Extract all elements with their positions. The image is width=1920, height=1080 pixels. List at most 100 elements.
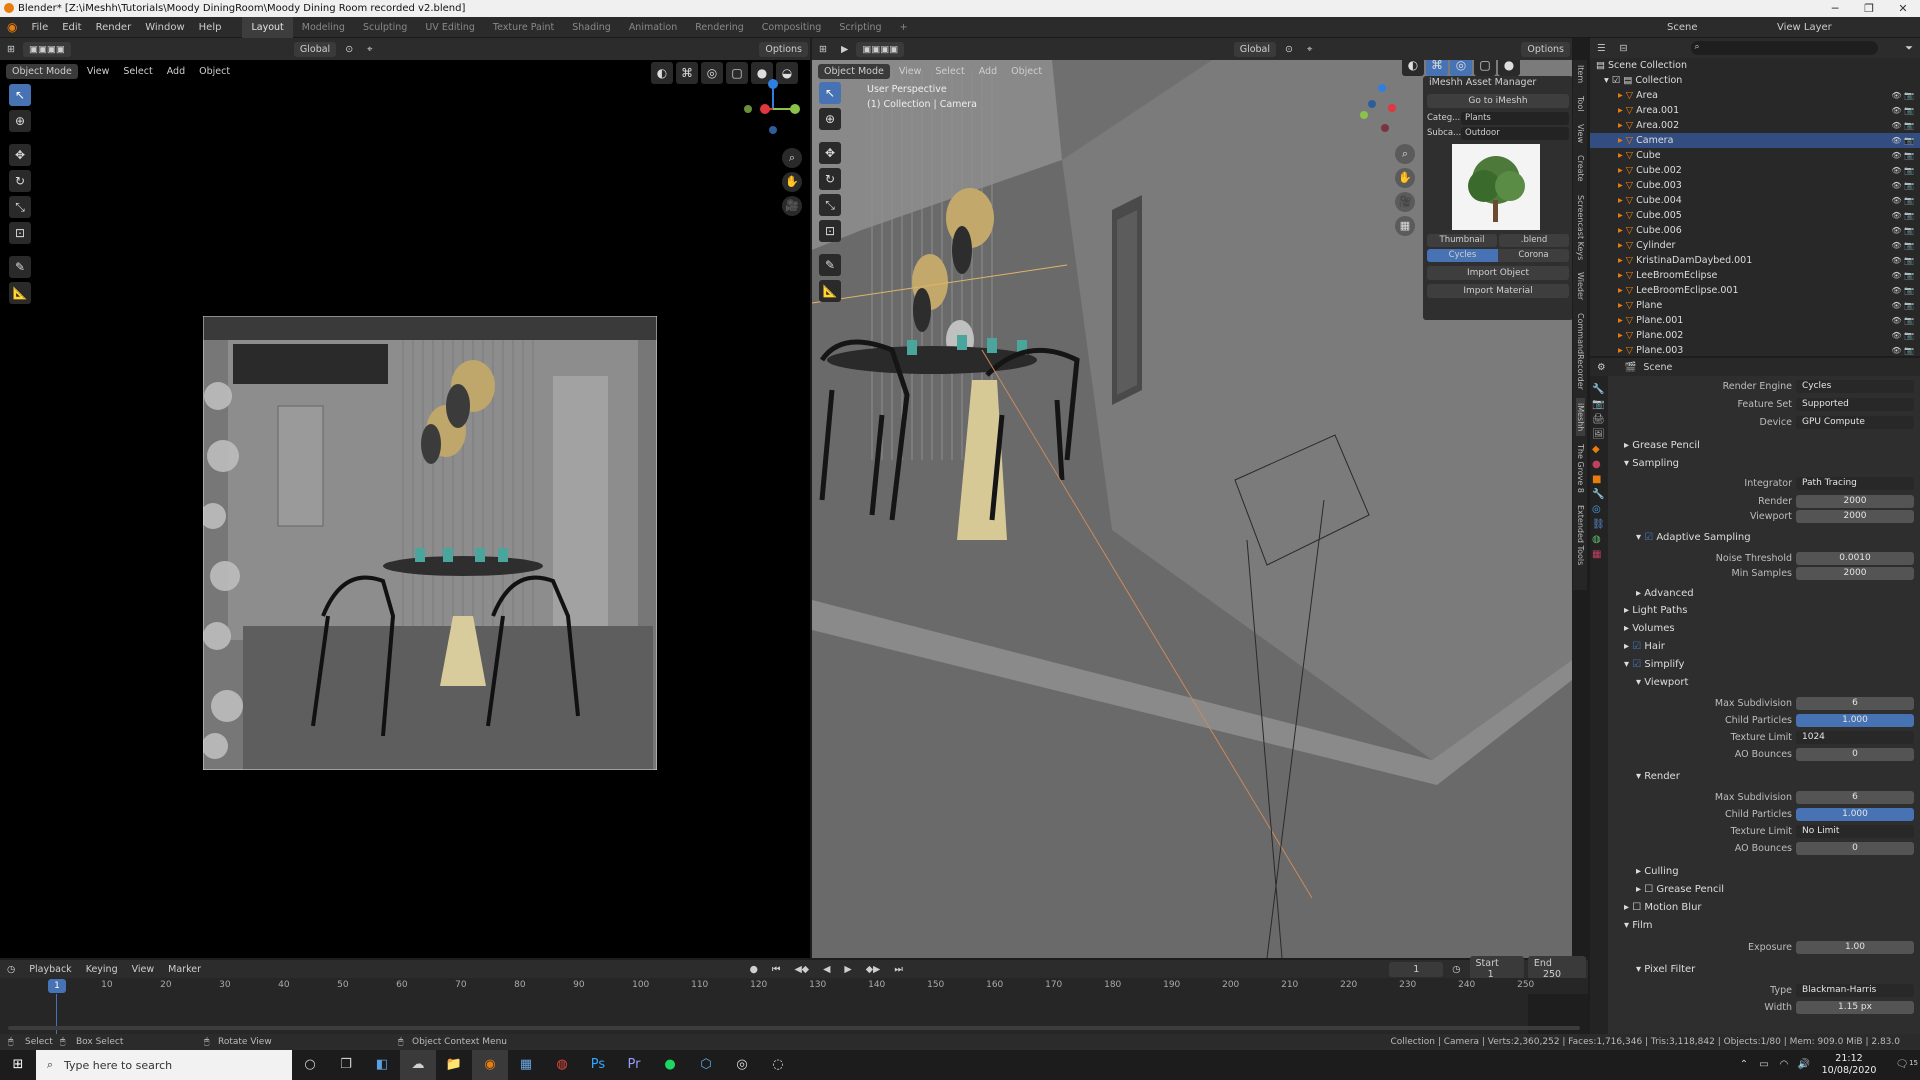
right-menu-object[interactable]: Object: [1005, 64, 1048, 79]
outliner-item[interactable]: ▸ ▽ LeeBroomEclipse 👁 📷: [1590, 268, 1920, 283]
next-key-icon[interactable]: ◆▶: [860, 962, 887, 977]
import-material-button[interactable]: Import Material: [1427, 284, 1569, 298]
panel-pixel-filter[interactable]: ▾ Pixel Filter: [1610, 962, 1920, 978]
left-viewport[interactable]: Object Mode View Select Add Object ◐ ⌘ ◎…: [0, 60, 810, 958]
tab-the-grove[interactable]: The Grove 8: [1576, 439, 1585, 498]
menu-edit[interactable]: Edit: [55, 22, 88, 33]
tab-sculpting[interactable]: Sculpting: [354, 17, 416, 38]
tab-modeling[interactable]: Modeling: [293, 17, 354, 38]
tab-view[interactable]: View: [1576, 119, 1585, 148]
transform-tool-icon[interactable]: ⊡: [9, 222, 31, 244]
tab-wieder[interactable]: Wieder: [1576, 267, 1585, 305]
filter-type-dropdown[interactable]: Blackman-Harris: [1796, 984, 1914, 997]
panel-simplify-grease[interactable]: ▸ ☐ Grease Pencil: [1610, 882, 1920, 898]
timeline-ruler[interactable]: 10 20 30 40 50 60 70 80 90 100 110 120 130 140 150 160 1…: [0, 978, 1588, 994]
timeline-editor-icon[interactable]: ◷: [1, 962, 21, 977]
outliner-item[interactable]: ▸ ▽ Plane.003 👁 📷: [1590, 343, 1920, 358]
maximize-button[interactable]: ❐: [1852, 0, 1886, 17]
move-tool-icon[interactable]: ✥: [9, 144, 31, 166]
properties-editor-icon[interactable]: ⚙: [1591, 360, 1612, 375]
timeline-menu-marker[interactable]: Marker: [162, 962, 207, 977]
pan-hand-icon[interactable]: ✋: [782, 172, 802, 192]
min-samples-field[interactable]: 2000: [1796, 567, 1914, 580]
app-icon-2[interactable]: ☁: [400, 1050, 436, 1080]
thumbnail-button[interactable]: Thumbnail: [1427, 234, 1497, 247]
outliner-item[interactable]: ▸ ▽ Camera 👁 📷: [1590, 133, 1920, 148]
prev-key-icon[interactable]: ◀◆: [788, 962, 815, 977]
app-icon-last[interactable]: ◌: [760, 1050, 796, 1080]
transform-tool-icon-r[interactable]: ⊡: [819, 220, 841, 242]
exposure-field[interactable]: 1.00: [1796, 941, 1914, 954]
tab-rendering[interactable]: Rendering: [686, 17, 753, 38]
tab-create[interactable]: Create: [1576, 150, 1585, 187]
panel-sampling[interactable]: ▾ Sampling: [1610, 456, 1920, 472]
outliner-item[interactable]: ▸ ▽ Cube.002 👁 📷: [1590, 163, 1920, 178]
visibility-toggle-icon[interactable]: 👁 📷: [1891, 163, 1914, 178]
rotate-tool-icon[interactable]: ↻: [9, 170, 31, 192]
scene-selector[interactable]: Scene: [1660, 22, 1770, 33]
tab-scripting[interactable]: Scripting: [830, 17, 890, 38]
tab-screencast[interactable]: Screencast Keys: [1576, 190, 1585, 265]
move-tool-icon-r[interactable]: ✥: [819, 142, 841, 164]
outliner-item[interactable]: ▸ ▽ KristinaDamDaybed.001 👁 📷: [1590, 253, 1920, 268]
minimize-button[interactable]: ─: [1818, 0, 1852, 17]
file-explorer-icon[interactable]: 📁: [436, 1050, 472, 1080]
play-reverse-icon[interactable]: ◀: [817, 962, 836, 977]
close-button[interactable]: ✕: [1886, 0, 1920, 17]
tab-texture-paint[interactable]: Texture Paint: [484, 17, 563, 38]
outliner-item[interactable]: ▸ ▽ Cube.006 👁 📷: [1590, 223, 1920, 238]
outliner-item[interactable]: ▸ ▽ Plane.002 👁 📷: [1590, 328, 1920, 343]
select-mode-icons-right[interactable]: ▣▣▣▣: [856, 41, 905, 57]
outliner-item[interactable]: ▸ ▽ Cube 👁 📷: [1590, 148, 1920, 163]
measure-tool-icon[interactable]: 📐: [9, 282, 31, 304]
snap-icon-right[interactable]: ⌖: [1301, 42, 1318, 57]
constraints-tab-icon[interactable]: ⛓: [1592, 519, 1606, 530]
pan-hand-icon-r[interactable]: ✋: [1395, 168, 1415, 188]
v-ao-field[interactable]: 0: [1796, 748, 1914, 761]
cursor-tool-icon-r[interactable]: ⊕: [819, 108, 841, 130]
volume-icon[interactable]: 🔊: [1794, 1050, 1814, 1080]
wifi-icon[interactable]: ◠: [1774, 1050, 1794, 1080]
camera-view-icon-r[interactable]: 🎥: [1395, 192, 1415, 212]
render-engine-dropdown[interactable]: Cycles: [1796, 380, 1914, 393]
integrator-dropdown[interactable]: Path Tracing: [1796, 477, 1914, 490]
select-tool-icon[interactable]: ↖: [9, 84, 31, 106]
navigation-gizmo-right[interactable]: [1352, 80, 1412, 135]
visibility-toggle-icon[interactable]: 👁 📷: [1891, 328, 1914, 343]
editor-type-icon-right[interactable]: ⊞: [813, 42, 833, 57]
jump-end-icon[interactable]: ⏭: [888, 962, 909, 977]
zoom-icon-r[interactable]: ⌕: [1395, 144, 1415, 164]
engine-corona-toggle[interactable]: Corona: [1498, 249, 1569, 262]
timeline-menu-view[interactable]: View: [126, 962, 161, 977]
r-maxsub-field[interactable]: 6: [1796, 791, 1914, 804]
cursor-tool-icon[interactable]: ⊕: [9, 110, 31, 132]
outliner-item[interactable]: ▸ ▽ Area.001 👁 📷: [1590, 103, 1920, 118]
menu-window[interactable]: Window: [138, 22, 191, 33]
render-tab-icon[interactable]: 📷: [1592, 399, 1606, 410]
chrome-icon[interactable]: ◍: [544, 1050, 580, 1080]
premiere-icon[interactable]: Pr: [616, 1050, 652, 1080]
tab-uv-editing[interactable]: UV Editing: [416, 17, 484, 38]
texture-tab-icon[interactable]: ▦: [1592, 549, 1606, 560]
goto-imeshh-button[interactable]: Go to iMeshh: [1427, 94, 1569, 108]
view-layer-tab-icon[interactable]: 🖼: [1592, 429, 1606, 440]
select-tool-icon-r[interactable]: ↖: [819, 82, 841, 104]
import-object-button[interactable]: Import Object: [1427, 266, 1569, 280]
r-texlim-dropdown[interactable]: No Limit: [1796, 825, 1914, 838]
network-icon[interactable]: ▭: [1754, 1050, 1774, 1080]
tab-shading[interactable]: Shading: [563, 17, 620, 38]
filter-icon[interactable]: ⏷: [1899, 41, 1919, 56]
right-menu-add[interactable]: Add: [973, 64, 1003, 79]
render-samples-field[interactable]: 2000: [1796, 495, 1914, 508]
r-childp-field[interactable]: 1.000: [1796, 808, 1914, 821]
tab-item[interactable]: Item: [1576, 60, 1585, 88]
left-mode-dropdown[interactable]: Object Mode: [6, 63, 78, 79]
outliner-scene-collection[interactable]: ▤ Scene Collection: [1590, 58, 1920, 73]
snap-icon[interactable]: ⌖: [361, 42, 378, 57]
object-tab-icon[interactable]: ■: [1592, 474, 1606, 485]
tab-tool[interactable]: Tool: [1576, 91, 1585, 117]
adaptive-checkbox[interactable]: ☑: [1644, 532, 1653, 543]
panel-volumes[interactable]: ▸ Volumes: [1610, 621, 1920, 637]
right-viewport[interactable]: Object Mode View Select Add Object User …: [812, 60, 1572, 958]
panel-simplify[interactable]: ▾ ☑ Simplify: [1610, 657, 1920, 673]
